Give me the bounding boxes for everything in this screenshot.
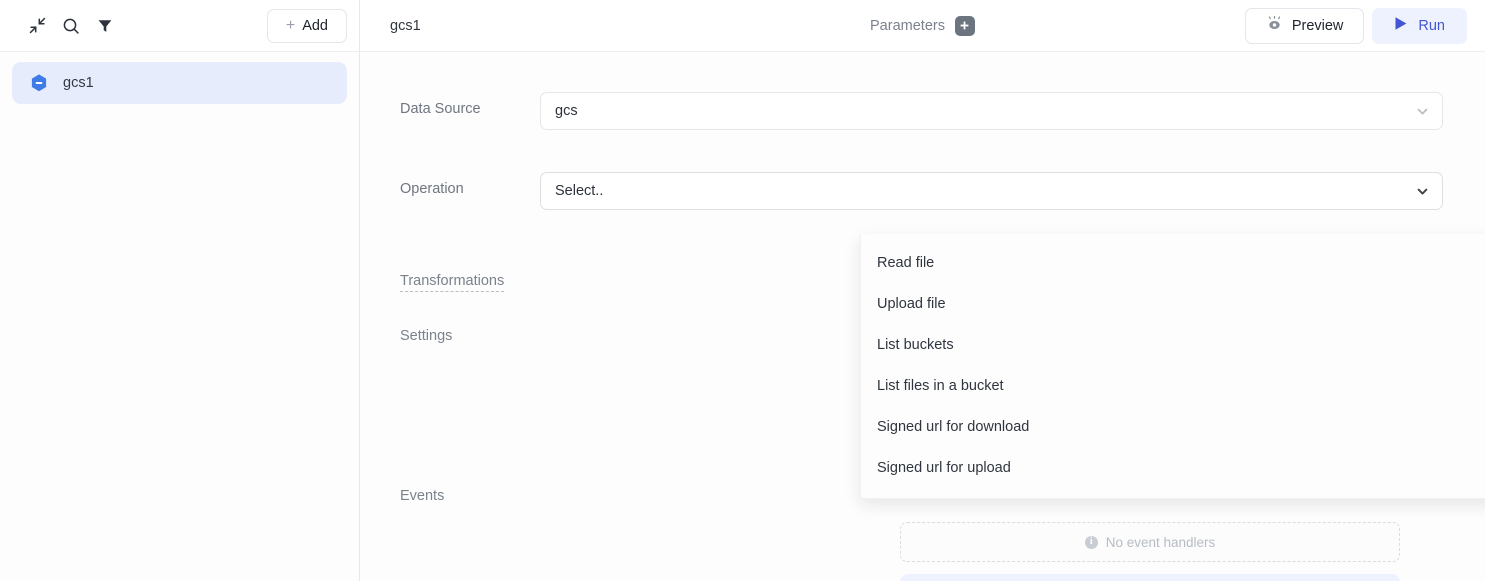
data-source-value: gcs xyxy=(555,103,578,119)
left-sidebar: + Add gcs1 xyxy=(0,0,360,581)
settings-label: Settings xyxy=(400,328,453,344)
operation-select[interactable]: Select.. xyxy=(540,172,1443,210)
transformations-label: Transformations xyxy=(400,273,505,292)
dropdown-option-upload-file[interactable]: Upload file xyxy=(861,283,1485,324)
data-source-select[interactable]: gcs xyxy=(540,92,1443,130)
new-event-handler-button[interactable]: New event handler xyxy=(900,574,1400,581)
sidebar-toolbar: + Add xyxy=(0,0,359,52)
preview-button[interactable]: Preview xyxy=(1244,7,1365,44)
no-event-handlers-text: No event handlers xyxy=(1105,534,1216,550)
info-icon: i xyxy=(1084,535,1098,549)
chevron-down-icon xyxy=(1415,104,1430,119)
add-button-label: Add xyxy=(302,17,328,34)
dropdown-option-list-files-in-a-bucket[interactable]: List files in a bucket xyxy=(861,365,1485,406)
data-source-label-cell: Data Source xyxy=(400,92,540,118)
events-section: i No event handlers New event handler xyxy=(900,522,1400,581)
run-button[interactable]: Run xyxy=(1372,7,1467,44)
preview-button-label: Preview xyxy=(1291,17,1344,34)
data-source-label: Data Source xyxy=(400,101,481,117)
add-parameter-button[interactable] xyxy=(954,15,975,36)
parameters-label: Parameters xyxy=(870,17,945,34)
header-actions: Preview Run xyxy=(1244,7,1467,44)
workflow-editor: + Add gcs1 gcs1 Parameters Preview Run D… xyxy=(0,0,1485,581)
plus-icon xyxy=(961,21,969,30)
dropdown-option-list-buckets[interactable]: List buckets xyxy=(861,324,1485,365)
filter-icon[interactable] xyxy=(88,9,122,43)
search-icon[interactable] xyxy=(54,9,88,43)
parameters-form: Data Source gcs Operation Select.. Trans… xyxy=(360,52,1485,581)
no-event-handlers-placeholder: i No event handlers xyxy=(900,522,1400,562)
field-data-source: Data Source gcs xyxy=(400,92,1443,130)
field-operation: Operation Select.. xyxy=(400,172,1443,210)
plus-icon: + xyxy=(285,16,296,34)
dropdown-option-read-file[interactable]: Read file xyxy=(861,242,1485,283)
dropdown-option-signed-url-for-upload[interactable]: Signed url for upload xyxy=(861,447,1485,488)
main-header: gcs1 Parameters Preview Run xyxy=(360,0,1485,52)
eye-icon xyxy=(1266,15,1283,35)
main-panel: gcs1 Parameters Preview Run Data Source … xyxy=(360,0,1485,581)
events-label: Events xyxy=(400,488,445,504)
sidebar-item-label: gcs1 xyxy=(63,75,94,91)
operation-label-cell: Operation xyxy=(400,172,540,198)
operation-value: Select.. xyxy=(555,183,604,199)
gcs-hexagon-icon xyxy=(28,72,50,94)
run-button-label: Run xyxy=(1418,17,1445,34)
dropdown-option-signed-url-for-download[interactable]: Signed url for download xyxy=(861,406,1485,447)
sidebar-item-gcs1[interactable]: gcs1 xyxy=(12,62,347,104)
operation-label: Operation xyxy=(400,181,464,197)
page-title: gcs1 xyxy=(390,17,421,34)
sidebar-node-list: gcs1 xyxy=(0,52,359,104)
collapse-arrows-icon[interactable] xyxy=(20,9,54,43)
chevron-down-icon xyxy=(1415,184,1430,199)
add-button[interactable]: + Add xyxy=(266,8,347,43)
operation-dropdown-menu: Read file Upload file List buckets List … xyxy=(860,234,1485,499)
play-icon xyxy=(1394,16,1408,35)
